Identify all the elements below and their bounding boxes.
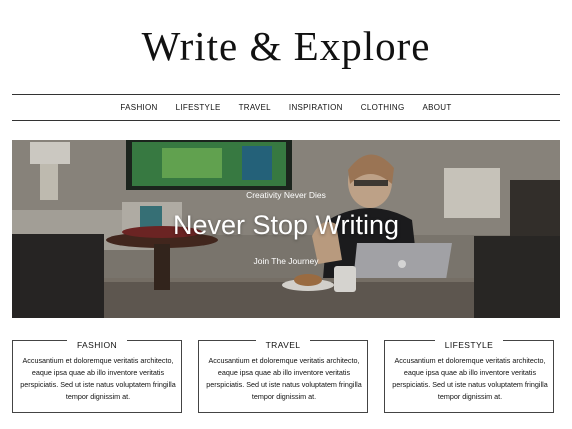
nav-bottom-divider <box>12 120 560 121</box>
feature-card-text: Accusantium et doloremque veritatis arch… <box>206 356 362 401</box>
hero-banner: Creativity Never Dies Never Stop Writing… <box>12 140 560 318</box>
feature-card-title: FASHION <box>13 335 181 353</box>
feature-card-lifestyle: LIFESTYLE Accusantium et doloremque veri… <box>384 340 554 413</box>
nav-item-travel[interactable]: TRAVEL <box>230 103 280 112</box>
nav-item-about[interactable]: ABOUT <box>414 103 461 112</box>
hero-kicker: Creativity Never Dies <box>246 190 326 200</box>
nav-item-lifestyle[interactable]: LIFESTYLE <box>167 103 230 112</box>
feature-card-title: TRAVEL <box>199 335 367 353</box>
site-title[interactable]: Write & Explore <box>0 22 572 70</box>
feature-card-text: Accusantium et doloremque veritatis arch… <box>20 356 176 401</box>
feature-card-title-text[interactable]: TRAVEL <box>255 340 311 350</box>
nav-item-clothing[interactable]: CLOTHING <box>352 103 414 112</box>
hero-cta-link[interactable]: Join The Journey <box>12 256 560 266</box>
feature-card-travel: TRAVEL Accusantium et doloremque veritat… <box>198 340 368 413</box>
feature-card-fashion: FASHION Accusantium et doloremque verita… <box>12 340 182 413</box>
hero-heading: Never Stop Writing <box>172 210 400 240</box>
nav-item-inspiration[interactable]: INSPIRATION <box>280 103 352 112</box>
feature-card-title-text[interactable]: LIFESTYLE <box>434 340 504 350</box>
feature-card-title: LIFESTYLE <box>385 335 553 353</box>
nav-item-fashion[interactable]: FASHION <box>111 103 166 112</box>
main-navigation: FASHION LIFESTYLE TRAVEL INSPIRATION CLO… <box>12 95 560 119</box>
feature-card-text: Accusantium et doloremque veritatis arch… <box>392 356 548 401</box>
feature-card-title-text[interactable]: FASHION <box>66 340 128 350</box>
